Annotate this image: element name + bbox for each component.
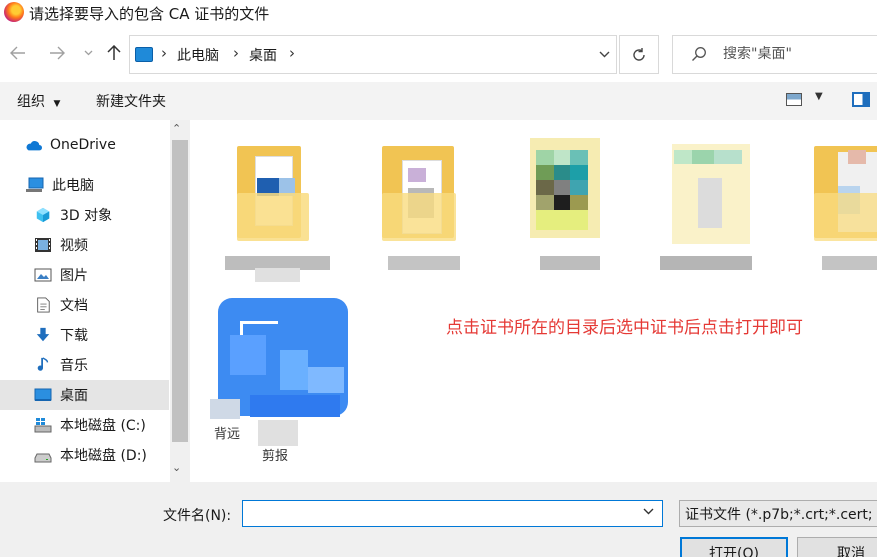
cube-3d-icon [36,207,50,223]
window-title: 请选择要导入的包含 CA 证书的文件 [29,5,270,23]
back-button[interactable] [6,41,30,65]
search-box[interactable] [672,35,877,74]
sidebar-item-label: 此电脑 [52,178,94,194]
sidebar-item-drive-c[interactable]: 本地磁盘 (C:) [0,410,169,440]
file-list: 背远 剪报 [190,120,877,482]
document-icon [37,297,50,313]
search-input[interactable] [723,46,873,62]
windows-drive-icon [34,418,52,433]
chevron-down-icon [599,51,609,58]
firefox-icon [4,2,24,22]
forward-button[interactable] [45,41,69,65]
sidebar-item-this-pc[interactable]: 此电脑 [0,170,169,200]
file-type-select[interactable]: 证书文件 (*.p7b;*.crt;*.cert; [679,500,877,527]
drive-icon [34,453,52,463]
desktop-icon [34,388,52,401]
sidebar-item-label: 本地磁盘 (D:) [60,448,147,464]
download-icon [36,327,50,342]
scrollbar-thumb[interactable] [172,140,188,442]
filename-label: 文件名(N): [163,508,232,524]
sidebar-item-label: 桌面 [60,388,88,404]
file-item[interactable] [370,138,480,288]
sidebar-item-onedrive[interactable]: OneDrive [0,130,169,160]
sidebar-item-documents[interactable]: 文档 [0,290,169,320]
sidebar-item-3d-objects[interactable]: 3D 对象 [0,200,169,230]
file-item[interactable] [808,138,877,288]
sidebar-item-label: 音乐 [60,358,88,374]
open-button[interactable]: 打开(O) [680,537,788,557]
address-history-dropdown[interactable] [590,35,618,74]
sidebar-item-label: 下载 [60,328,88,344]
onedrive-icon [26,141,42,151]
up-button[interactable] [102,41,126,65]
chevron-right-icon: › [289,44,295,62]
search-icon [692,47,706,61]
caret-down-icon: ▼ [53,99,61,109]
sidebar-item-drive-d[interactable]: 本地磁盘 (D:) [0,440,169,470]
sidebar-item-desktop[interactable]: 桌面 [0,380,169,410]
breadcrumb-desktop[interactable]: 桌面 [249,45,277,65]
breadcrumb-this-pc[interactable]: 此电脑 [177,45,219,65]
video-icon [35,238,51,252]
arrow-left-icon [10,46,25,60]
sidebar-item-label: 3D 对象 [60,208,113,224]
file-label: 背远 [213,427,240,442]
change-view-icon[interactable] [786,93,802,106]
organize-label: 组织 [17,94,45,110]
sidebar-item-label: OneDrive [50,137,116,153]
instruction-annotation: 点击证书所在的目录后选中证书后点击打开即可 [446,318,803,338]
sidebar-item-videos[interactable]: 视频 [0,230,169,260]
cancel-button[interactable]: 取消 [797,537,877,557]
pictures-icon [34,268,52,282]
computer-icon [26,177,44,192]
arrow-up-icon [107,45,121,60]
sidebar-item-label: 视频 [60,238,88,254]
refresh-button[interactable] [619,35,659,74]
chevron-down-icon [643,508,654,515]
chevron-right-icon: › [161,44,167,62]
new-folder-button[interactable]: 新建文件夹 [96,91,166,111]
file-item[interactable] [520,138,630,288]
file-item[interactable]: 背远 剪报 [210,295,348,464]
sidebar-item-music[interactable]: 音乐 [0,350,169,380]
chevron-down-icon [84,50,92,56]
arrow-right-icon [50,46,65,60]
organize-button[interactable]: 组织 ▼ [17,91,60,111]
filename-history-dropdown[interactable] [643,505,654,518]
scroll-up-arrow-icon[interactable]: ⌃ [172,122,181,135]
music-icon [37,357,49,371]
sidebar-item-label: 图片 [60,268,88,284]
filename-input[interactable] [242,500,663,527]
scroll-down-arrow-icon[interactable]: ⌄ [172,461,181,474]
recent-locations-button[interactable] [81,43,95,63]
sidebar-item-pictures[interactable]: 图片 [0,260,169,290]
refresh-icon [633,47,645,61]
file-label: 剪报 [261,449,288,464]
preview-pane-icon[interactable] [852,92,870,107]
sidebar-item-downloads[interactable]: 下载 [0,320,169,350]
address-bar[interactable]: › 此电脑 › 桌面 › [129,35,617,74]
file-item[interactable] [225,138,335,288]
chevron-right-icon: › [233,44,239,62]
sidebar-item-label: 文档 [60,298,88,314]
sidebar-item-label: 本地磁盘 (C:) [60,418,146,434]
file-item[interactable] [660,138,770,288]
view-options-dropdown[interactable]: ▼ [815,91,823,102]
computer-icon [135,47,153,62]
